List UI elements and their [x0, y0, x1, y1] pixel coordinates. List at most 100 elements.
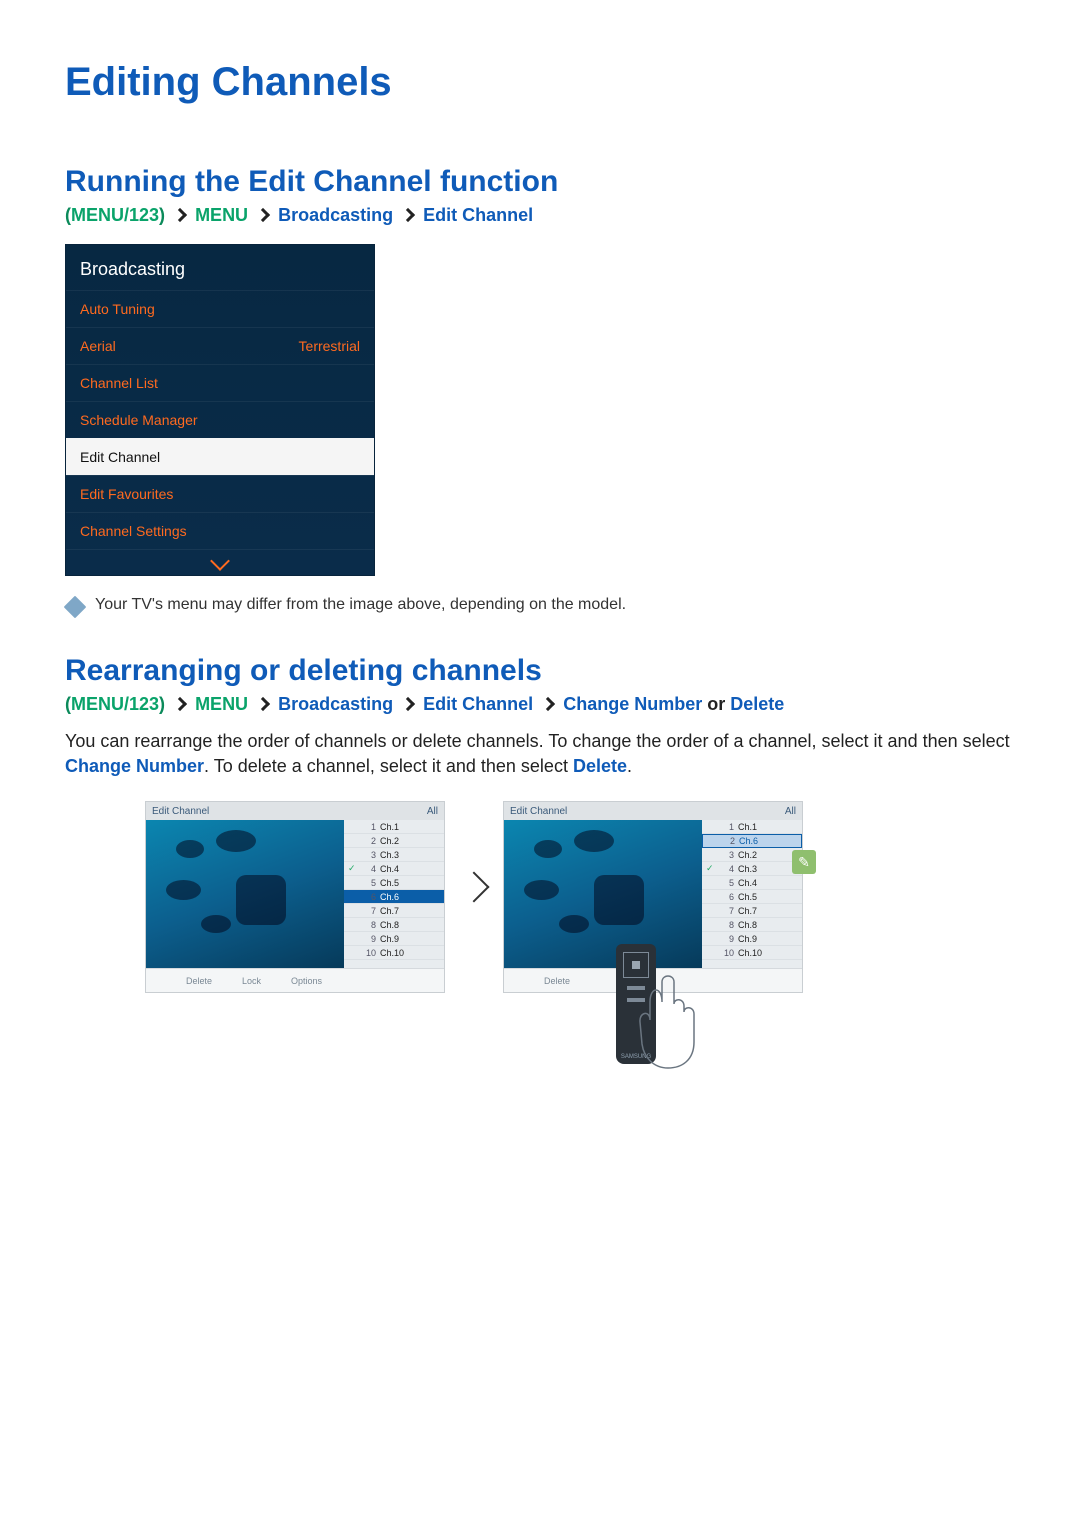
model-note: Your TV's menu may differ from the image… — [67, 596, 1015, 614]
path-delete: Delete — [730, 694, 784, 714]
remote-button — [627, 998, 645, 1002]
path-edit-channel: Edit Channel — [423, 205, 533, 225]
chevron-right-icon — [401, 697, 415, 711]
rearranging-body: You can rearrange the order of channels … — [65, 729, 1015, 779]
chevron-right-icon — [256, 208, 270, 222]
channel-row[interactable]: 1Ch.1 — [344, 820, 444, 834]
nav-path-1: (MENU/123) MENU Broadcasting Edit Channe… — [65, 205, 1015, 226]
remote-control-icon: SAMSUNG — [616, 944, 656, 1064]
menu-item-aerial[interactable]: Aerial Terrestrial — [66, 327, 374, 364]
menu-item-channel-list[interactable]: Channel List — [66, 364, 374, 401]
channel-row[interactable]: ✓4Ch.3 — [702, 862, 802, 876]
transition-arrow — [463, 876, 485, 898]
menu-item-edit-channel[interactable]: Edit Channel — [66, 438, 374, 475]
path-menu123: MENU/123 — [71, 694, 159, 714]
channel-row[interactable]: ✓4Ch.4 — [344, 862, 444, 876]
menu-item-label: Edit Favourites — [80, 486, 173, 502]
channel-row[interactable]: 3Ch.2 — [702, 848, 802, 862]
menu-item-channel-settings[interactable]: Channel Settings — [66, 512, 374, 549]
channel-row[interactable]: 8Ch.8 — [702, 918, 802, 932]
channel-row[interactable]: 10Ch.10 — [344, 946, 444, 960]
preview-image — [146, 820, 344, 968]
nav-path-2: (MENU/123) MENU Broadcasting Edit Channe… — [65, 694, 1015, 715]
chevron-right-icon — [173, 697, 187, 711]
channel-row[interactable]: 6Ch.5 — [702, 890, 802, 904]
channel-row[interactable]: 5Ch.4 — [702, 876, 802, 890]
channel-row[interactable]: 2Ch.6 — [702, 834, 802, 848]
path-broadcasting: Broadcasting — [278, 694, 393, 714]
menu-item-auto-tuning[interactable]: Auto Tuning — [66, 290, 374, 327]
footer-delete: Delete — [186, 976, 212, 986]
section-running-title: Running the Edit Channel function — [65, 165, 1015, 199]
channel-row[interactable]: 9Ch.9 — [702, 932, 802, 946]
body-text-part: You can rearrange the order of channels … — [65, 731, 1010, 751]
shot-titlebar: Edit Channel All — [504, 802, 802, 820]
remote-button — [627, 986, 645, 990]
broadcasting-menu: Broadcasting Auto Tuning Aerial Terrestri… — [65, 244, 375, 576]
menu-header: Broadcasting — [66, 245, 374, 290]
path-menu: MENU — [195, 694, 248, 714]
channel-list: 1Ch.12Ch.23Ch.3✓4Ch.45Ch.56Ch.67Ch.78Ch.… — [344, 820, 444, 968]
section-rearranging-title: Rearranging or deleting channels — [65, 654, 1015, 688]
menu-item-label: Auto Tuning — [80, 301, 155, 317]
footer-lock: Lock — [242, 976, 261, 986]
remote-ok-button — [632, 961, 640, 969]
menu-item-label: Channel List — [80, 375, 158, 391]
menu-item-edit-favourites[interactable]: Edit Favourites — [66, 475, 374, 512]
remote-dpad — [623, 952, 649, 978]
channel-list: 1Ch.12Ch.63Ch.2✓4Ch.35Ch.46Ch.57Ch.78Ch.… — [702, 820, 802, 968]
channel-row[interactable]: 6Ch.6 — [344, 890, 444, 904]
path-menu: MENU — [195, 205, 248, 225]
pencil-icon — [64, 596, 87, 619]
channel-row[interactable]: 3Ch.3 — [344, 848, 444, 862]
channel-row[interactable]: 5Ch.5 — [344, 876, 444, 890]
path-menu123: MENU/123 — [71, 205, 159, 225]
page-title: Editing Channels — [65, 60, 1015, 105]
path-or: or — [702, 694, 730, 714]
path-change-number: Change Number — [563, 694, 702, 714]
footer-options: Options — [291, 976, 322, 986]
shot-filter: All — [427, 806, 438, 817]
shot-title: Edit Channel — [510, 806, 567, 817]
shot-title: Edit Channel — [152, 806, 209, 817]
note-text: Your TV's menu may differ from the image… — [95, 596, 626, 614]
channel-row[interactable]: 8Ch.8 — [344, 918, 444, 932]
shot-titlebar: Edit Channel All — [146, 802, 444, 820]
path-paren-close: ) — [159, 694, 165, 714]
path-paren-close: ) — [159, 205, 165, 225]
inline-delete: Delete — [573, 756, 627, 776]
remote-brand-label: SAMSUNG — [621, 1054, 651, 1060]
chevron-right-icon — [256, 697, 270, 711]
menu-item-label: Edit Channel — [80, 449, 160, 465]
channel-row[interactable]: 10Ch.10 — [702, 946, 802, 960]
menu-scroll-down[interactable] — [66, 549, 374, 575]
channel-row[interactable]: 7Ch.7 — [702, 904, 802, 918]
path-edit-channel: Edit Channel — [423, 694, 533, 714]
screenshot-after: Edit Channel All 1Ch.12Ch.63Ch.2✓4Ch.35C… — [503, 801, 803, 993]
menu-item-value: Terrestrial — [299, 338, 360, 354]
body-text-part: . — [627, 756, 632, 776]
channel-row[interactable]: 2Ch.2 — [344, 834, 444, 848]
menu-item-label: Schedule Manager — [80, 412, 198, 428]
channel-row[interactable]: 1Ch.1 — [702, 820, 802, 834]
chevron-down-icon — [210, 551, 230, 571]
preview-image — [504, 820, 702, 968]
body-text-part: . To delete a channel, select it and the… — [204, 756, 573, 776]
screenshot-pair: Edit Channel All 1Ch.12Ch.23Ch.3✓4Ch.45C… — [145, 801, 1015, 993]
menu-item-label: Channel Settings — [80, 523, 187, 539]
screenshot-before: Edit Channel All 1Ch.12Ch.23Ch.3✓4Ch.45C… — [145, 801, 445, 993]
chevron-right-icon — [401, 208, 415, 222]
chevron-right-icon — [173, 208, 187, 222]
footer-delete: Delete — [544, 976, 570, 986]
inline-change-number: Change Number — [65, 756, 204, 776]
menu-item-schedule-manager[interactable]: Schedule Manager — [66, 401, 374, 438]
lock-badge-icon: ✎ — [792, 850, 816, 874]
chevron-right-icon — [458, 872, 489, 903]
channel-row[interactable]: 9Ch.9 — [344, 932, 444, 946]
channel-row[interactable]: 7Ch.7 — [344, 904, 444, 918]
menu-item-label: Aerial — [80, 338, 116, 354]
chevron-right-icon — [541, 697, 555, 711]
shot-footer: Delete Lock Options — [146, 968, 444, 992]
shot-filter: All — [785, 806, 796, 817]
path-broadcasting: Broadcasting — [278, 205, 393, 225]
